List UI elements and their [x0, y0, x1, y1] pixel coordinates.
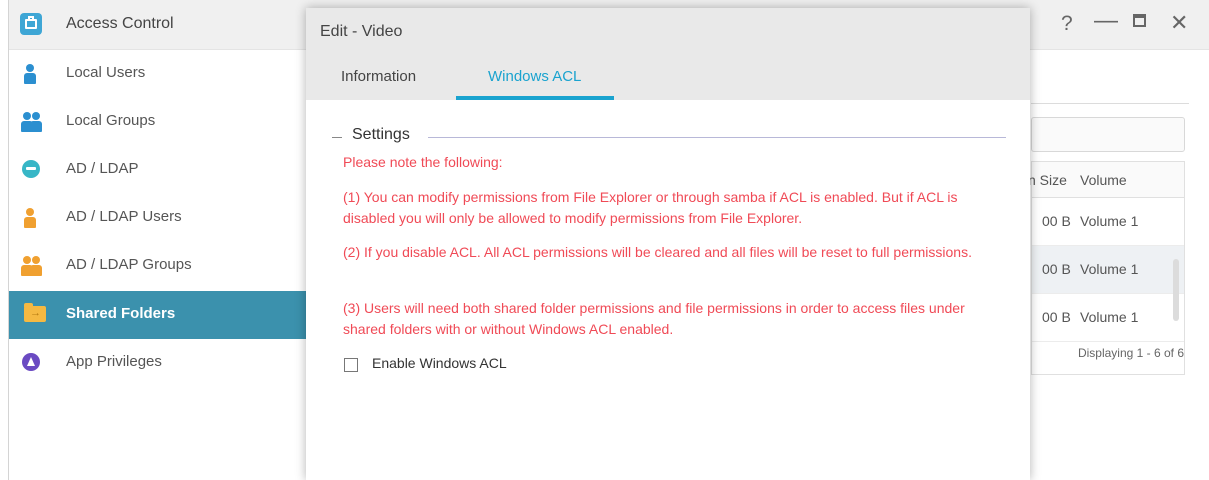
divider [1031, 103, 1189, 104]
note-intro: Please note the following: [343, 154, 503, 170]
sidebar-item-label: AD / LDAP Groups [66, 256, 192, 273]
maximize-button[interactable] [1133, 14, 1146, 27]
cell-size: 00 B [1042, 309, 1071, 325]
note-2: (2) If you disable ACL. All ACL permissi… [343, 244, 972, 260]
key-icon [22, 160, 40, 178]
cell-volume: Volume 1 [1080, 213, 1139, 229]
shared-folder-list-panel: n Size Volume 00 B Volume 1 00 B Volume … [1028, 50, 1209, 480]
close-button[interactable]: ✕ [1170, 11, 1188, 35]
pagination-info: Displaying 1 - 6 of 6 [1077, 346, 1184, 360]
sidebar: Local Users Local Groups AD / LDAP AD / … [9, 50, 307, 480]
column-header-volume[interactable]: Volume [1080, 172, 1127, 188]
table-row[interactable]: 00 B Volume 1 [1032, 198, 1184, 246]
enable-windows-acl-checkbox[interactable] [344, 358, 358, 372]
sidebar-item-label: Shared Folders [66, 305, 176, 322]
sidebar-item-label: AD / LDAP Users [66, 208, 182, 225]
sidebar-item-ad-ldap-users[interactable]: AD / LDAP Users [9, 194, 307, 242]
enable-windows-acl-label[interactable]: Enable Windows ACL [372, 355, 507, 371]
table-row[interactable]: 00 B Volume 1 [1032, 294, 1184, 342]
shared-folder-table: n Size Volume 00 B Volume 1 00 B Volume … [1028, 161, 1185, 375]
sidebar-item-local-users[interactable]: Local Users [9, 50, 307, 98]
app-privileges-icon [22, 353, 40, 371]
group-icon [21, 112, 42, 132]
sidebar-item-local-groups[interactable]: Local Groups [9, 98, 307, 146]
table-row[interactable]: 00 B Volume 1 [1032, 246, 1184, 294]
app-title: Access Control [66, 15, 174, 32]
edit-dialog: Edit - Video Information Windows ACL Set… [306, 8, 1030, 480]
user-icon [22, 64, 38, 84]
sidebar-item-label: Local Groups [66, 112, 156, 129]
help-button[interactable]: ? [1061, 12, 1073, 36]
search-input[interactable] [1031, 117, 1185, 152]
dialog-title: Edit - Video [320, 23, 403, 40]
sidebar-item-ad-ldap-groups[interactable]: AD / LDAP Groups [9, 242, 307, 290]
group-icon [21, 256, 42, 276]
access-control-app-icon [20, 13, 42, 35]
cell-volume: Volume 1 [1080, 261, 1139, 277]
dialog-header: Edit - Video Information Windows ACL [306, 8, 1030, 100]
cell-volume: Volume 1 [1080, 309, 1139, 325]
cell-size: 00 B [1042, 261, 1071, 277]
fieldset-line [428, 137, 1006, 138]
sidebar-item-app-privileges[interactable]: App Privileges [9, 339, 307, 387]
active-tab-indicator [456, 96, 614, 100]
shared-folder-icon [24, 303, 46, 322]
sidebar-item-label: AD / LDAP [66, 160, 139, 177]
sidebar-item-label: App Privileges [66, 353, 162, 370]
cell-size: 00 B [1042, 213, 1071, 229]
table-header: n Size Volume [1028, 162, 1184, 198]
note-3: (3) Users will need both shared folder p… [343, 300, 965, 337]
settings-section-title: Settings [352, 126, 410, 143]
user-icon [22, 208, 38, 228]
minimize-button[interactable]: — [1094, 9, 1118, 33]
note-1: (1) You can modify permissions from File… [343, 189, 958, 226]
sidebar-item-ad-ldap[interactable]: AD / LDAP [9, 146, 307, 194]
fieldset-dash [332, 137, 342, 138]
tab-information[interactable]: Information [341, 68, 416, 85]
column-header-size[interactable]: n Size [1028, 172, 1067, 188]
sidebar-item-label: Local Users [66, 64, 146, 81]
tab-windows-acl[interactable]: Windows ACL [488, 68, 581, 85]
sidebar-item-shared-folders[interactable]: Shared Folders [9, 291, 307, 339]
scrollbar[interactable] [1173, 259, 1179, 321]
